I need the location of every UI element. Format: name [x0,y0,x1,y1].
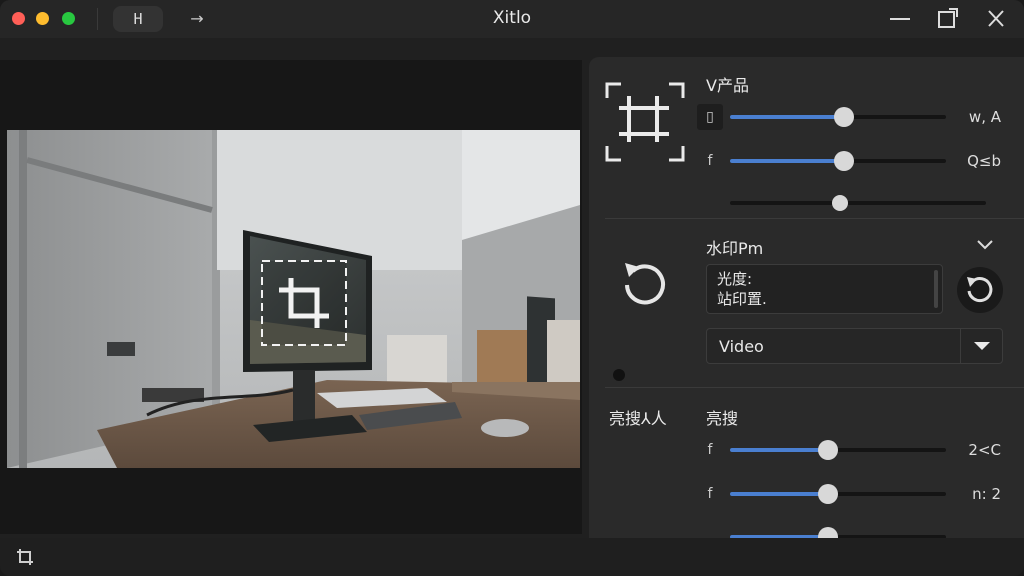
text-line: 光度: [717,270,753,288]
adjustment-panel: V产品 ▯ w, A f Q≤b 水印Pm 光度: 站印置. Video 亮搜⅄… [589,57,1024,538]
slider-1-value: w, A [968,108,1001,126]
text-scrollbar[interactable] [934,270,938,308]
reset-icon [967,277,993,303]
slider-5[interactable] [730,484,946,504]
row-icon: f [707,442,713,458]
canvas-area[interactable] [0,60,582,534]
slider-3[interactable] [730,193,986,213]
slider-1[interactable] [730,107,946,127]
slider-4[interactable] [730,440,946,460]
caret-down-icon [974,342,990,350]
rotate-ccw-icon[interactable] [619,257,671,309]
slider-6[interactable] [730,527,946,538]
row-icon: f [707,153,713,169]
close-icon[interactable] [982,6,1010,32]
slider-5-value: n: 2 [972,485,1001,503]
minimize-icon[interactable] [886,6,914,32]
select-dropdown-button[interactable] [960,329,1002,363]
row-icon: ▯ [697,104,723,130]
text-line: 站印置. [717,290,767,308]
divider [605,218,1024,219]
section-label-brightness: 亮搜⅄人 [609,409,667,428]
chevron-down-icon[interactable] [974,234,996,256]
crop-icon[interactable] [261,260,347,346]
section-title-watermark: 水印Pm [706,239,764,258]
select-value: Video [719,337,764,356]
crop-small-icon[interactable] [14,546,36,568]
section-title-brightness: 亮搜 [706,409,739,428]
photo-preview[interactable] [7,130,580,468]
status-bar [0,538,1024,576]
slider-4-value: 2<C [968,441,1001,459]
maximize-icon[interactable] [934,6,962,32]
window-title: Xitlo [492,8,532,28]
row-icon: f [707,486,713,502]
divider [605,387,1024,388]
slider-2-value: Q≤b [967,152,1001,170]
app-window: H → Xitlo V产品 ▯ w, A f Q≤b 水印Pm 光度: 站印置.… [0,0,1024,576]
indicator-dot [613,369,625,381]
crop-tool-icon[interactable] [605,82,685,162]
slider-2[interactable] [730,151,946,171]
format-select[interactable]: Video [706,328,1003,364]
reset-button[interactable] [957,267,1003,313]
watermark-text-field[interactable]: 光度: 站印置. [706,264,943,314]
section-title-product: V产品 [706,76,749,95]
title-bar: H → Xitlo [0,0,1024,38]
